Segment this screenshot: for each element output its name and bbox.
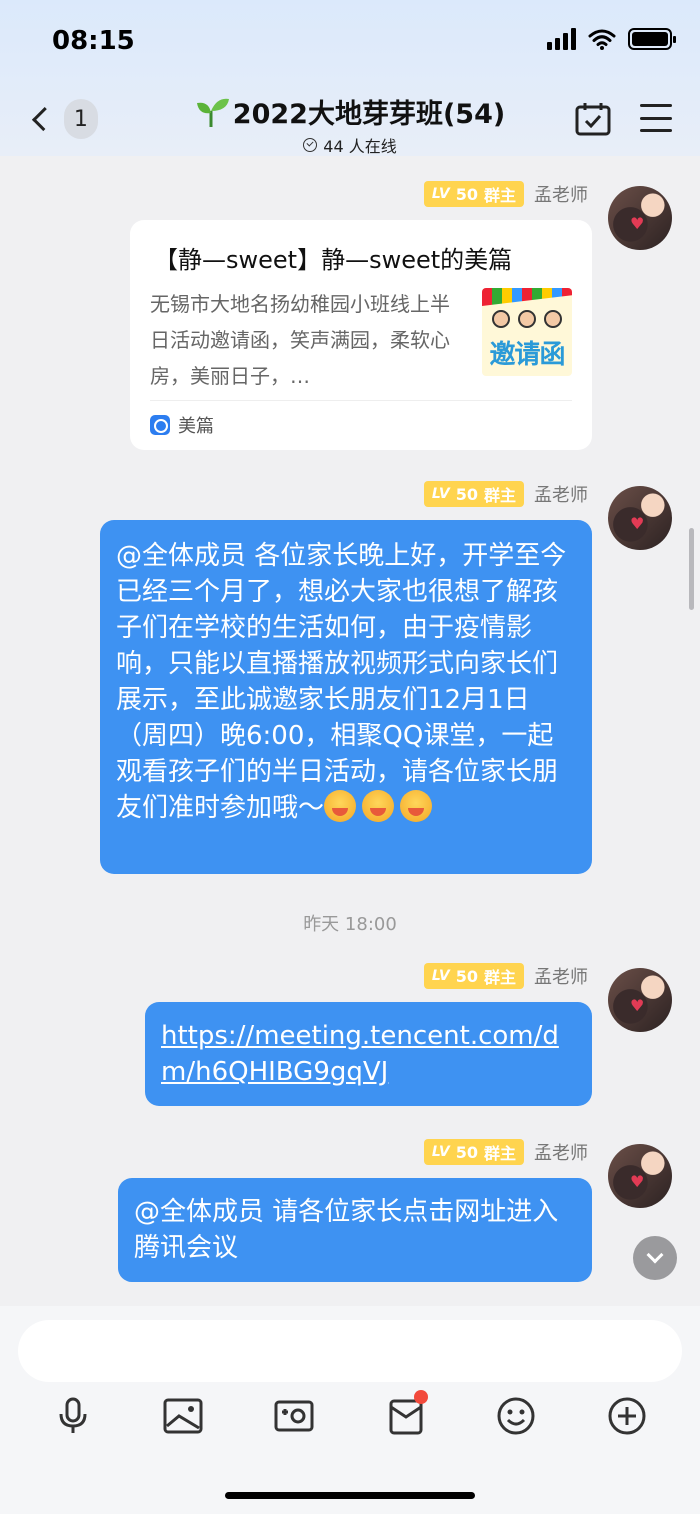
voice-button[interactable]	[51, 1394, 95, 1438]
microphone-icon	[59, 1397, 87, 1433]
input-toolbar	[0, 1390, 700, 1442]
avatar[interactable]: ♥	[608, 968, 672, 1032]
top-bar: 08:15 1 2022大地芽芽班(54) 44 人在线	[0, 0, 700, 156]
level-badge: LV 50 群主	[423, 181, 524, 207]
wifi-icon	[588, 29, 616, 50]
battery-icon	[628, 28, 676, 50]
card-title: 【静—sweet】静—sweet的美篇	[154, 246, 513, 274]
camera-icon	[274, 1400, 314, 1432]
signal-icon	[547, 28, 576, 50]
image-icon	[163, 1398, 203, 1434]
plus-circle-icon	[608, 1397, 646, 1435]
avatar[interactable]: ♥	[608, 186, 672, 250]
online-status-icon	[303, 138, 318, 152]
emoji-button[interactable]	[494, 1394, 538, 1438]
level-badge: LV 50 群主	[423, 1139, 524, 1165]
sender-name: 孟老师	[534, 1143, 588, 1164]
emoji-icon	[324, 790, 357, 822]
meipian-logo-icon	[150, 415, 170, 435]
card-source: 美篇	[150, 412, 214, 438]
message-input[interactable]	[18, 1320, 682, 1382]
sprout-icon	[196, 98, 229, 127]
sender-info: LV 50 群主 孟老师	[423, 1138, 588, 1166]
scrollbar[interactable]	[689, 528, 694, 610]
message-bubble[interactable]: @全体成员 请各位家长点击网址进入腾讯会议	[118, 1178, 592, 1282]
page-title: 2022大地芽芽班(54)	[232, 99, 506, 130]
back-button[interactable]: 1	[28, 98, 98, 140]
avatar[interactable]: ♥	[608, 486, 672, 550]
input-area	[0, 1306, 700, 1514]
level-badge: LV 50 群主	[423, 481, 524, 507]
more-button[interactable]	[605, 1394, 649, 1438]
sender-info: LV 50 群主 孟老师	[423, 480, 588, 508]
photo-button[interactable]	[161, 1394, 205, 1438]
card-description: 无锡市大地名扬幼稚园小班线上半日活动邀请函，笑声满园，柔软心房，美丽日子，…	[150, 292, 450, 388]
message-bubble[interactable]: https://meeting.tencent.com/dm/h6QHIBG9g…	[145, 1002, 592, 1106]
menu-icon[interactable]	[640, 104, 672, 132]
level-badge: LV 50 群主	[423, 963, 524, 989]
shared-article-card[interactable]: 【静—sweet】静—sweet的美篇 无锡市大地名扬幼稚园小班线上半日活动邀请…	[130, 220, 592, 450]
status-time: 08:15	[52, 26, 135, 56]
red-packet-button[interactable]	[384, 1390, 428, 1438]
notification-dot	[414, 1390, 428, 1404]
timestamp: 昨天 18:00	[303, 914, 397, 935]
avatar[interactable]: ♥	[608, 1144, 672, 1208]
sender-info: LV 50 群主 孟老师	[423, 180, 588, 208]
chevron-down-icon	[646, 1246, 664, 1264]
sender-name: 孟老师	[534, 185, 588, 206]
calendar-check-icon[interactable]	[575, 102, 611, 136]
home-indicator	[225, 1492, 475, 1499]
chat-header[interactable]: 2022大地芽芽班(54) 44 人在线	[150, 92, 550, 157]
online-count: 44 人在线	[323, 137, 397, 156]
sender-info: LV 50 群主 孟老师	[423, 962, 588, 990]
divider	[150, 400, 572, 401]
status-icons	[547, 28, 676, 50]
card-thumbnail: 邀请函	[482, 288, 572, 376]
smiley-icon	[497, 1397, 535, 1435]
camera-button[interactable]	[272, 1394, 316, 1438]
scroll-to-bottom-button[interactable]	[633, 1236, 677, 1280]
unread-count-badge: 1	[63, 99, 98, 139]
meeting-link[interactable]: https://meeting.tencent.com/dm/h6QHIBG9g…	[161, 1021, 559, 1087]
sender-name: 孟老师	[534, 967, 588, 988]
emoji-icon	[362, 790, 395, 822]
chevron-left-icon	[31, 107, 56, 131]
emoji-icon	[400, 790, 433, 822]
message-text: @全体成员 请各位家长点击网址进入腾讯会议	[134, 1197, 559, 1263]
message-bubble[interactable]: @全体成员 各位家长晚上好，开学至今已经三个月了，想必大家也很想了解孩子们在学校…	[100, 520, 592, 874]
message-text: @全体成员 各位家长晚上好，开学至今已经三个月了，想必大家也很想了解孩子们在学校…	[116, 541, 567, 823]
sender-name: 孟老师	[534, 485, 588, 506]
